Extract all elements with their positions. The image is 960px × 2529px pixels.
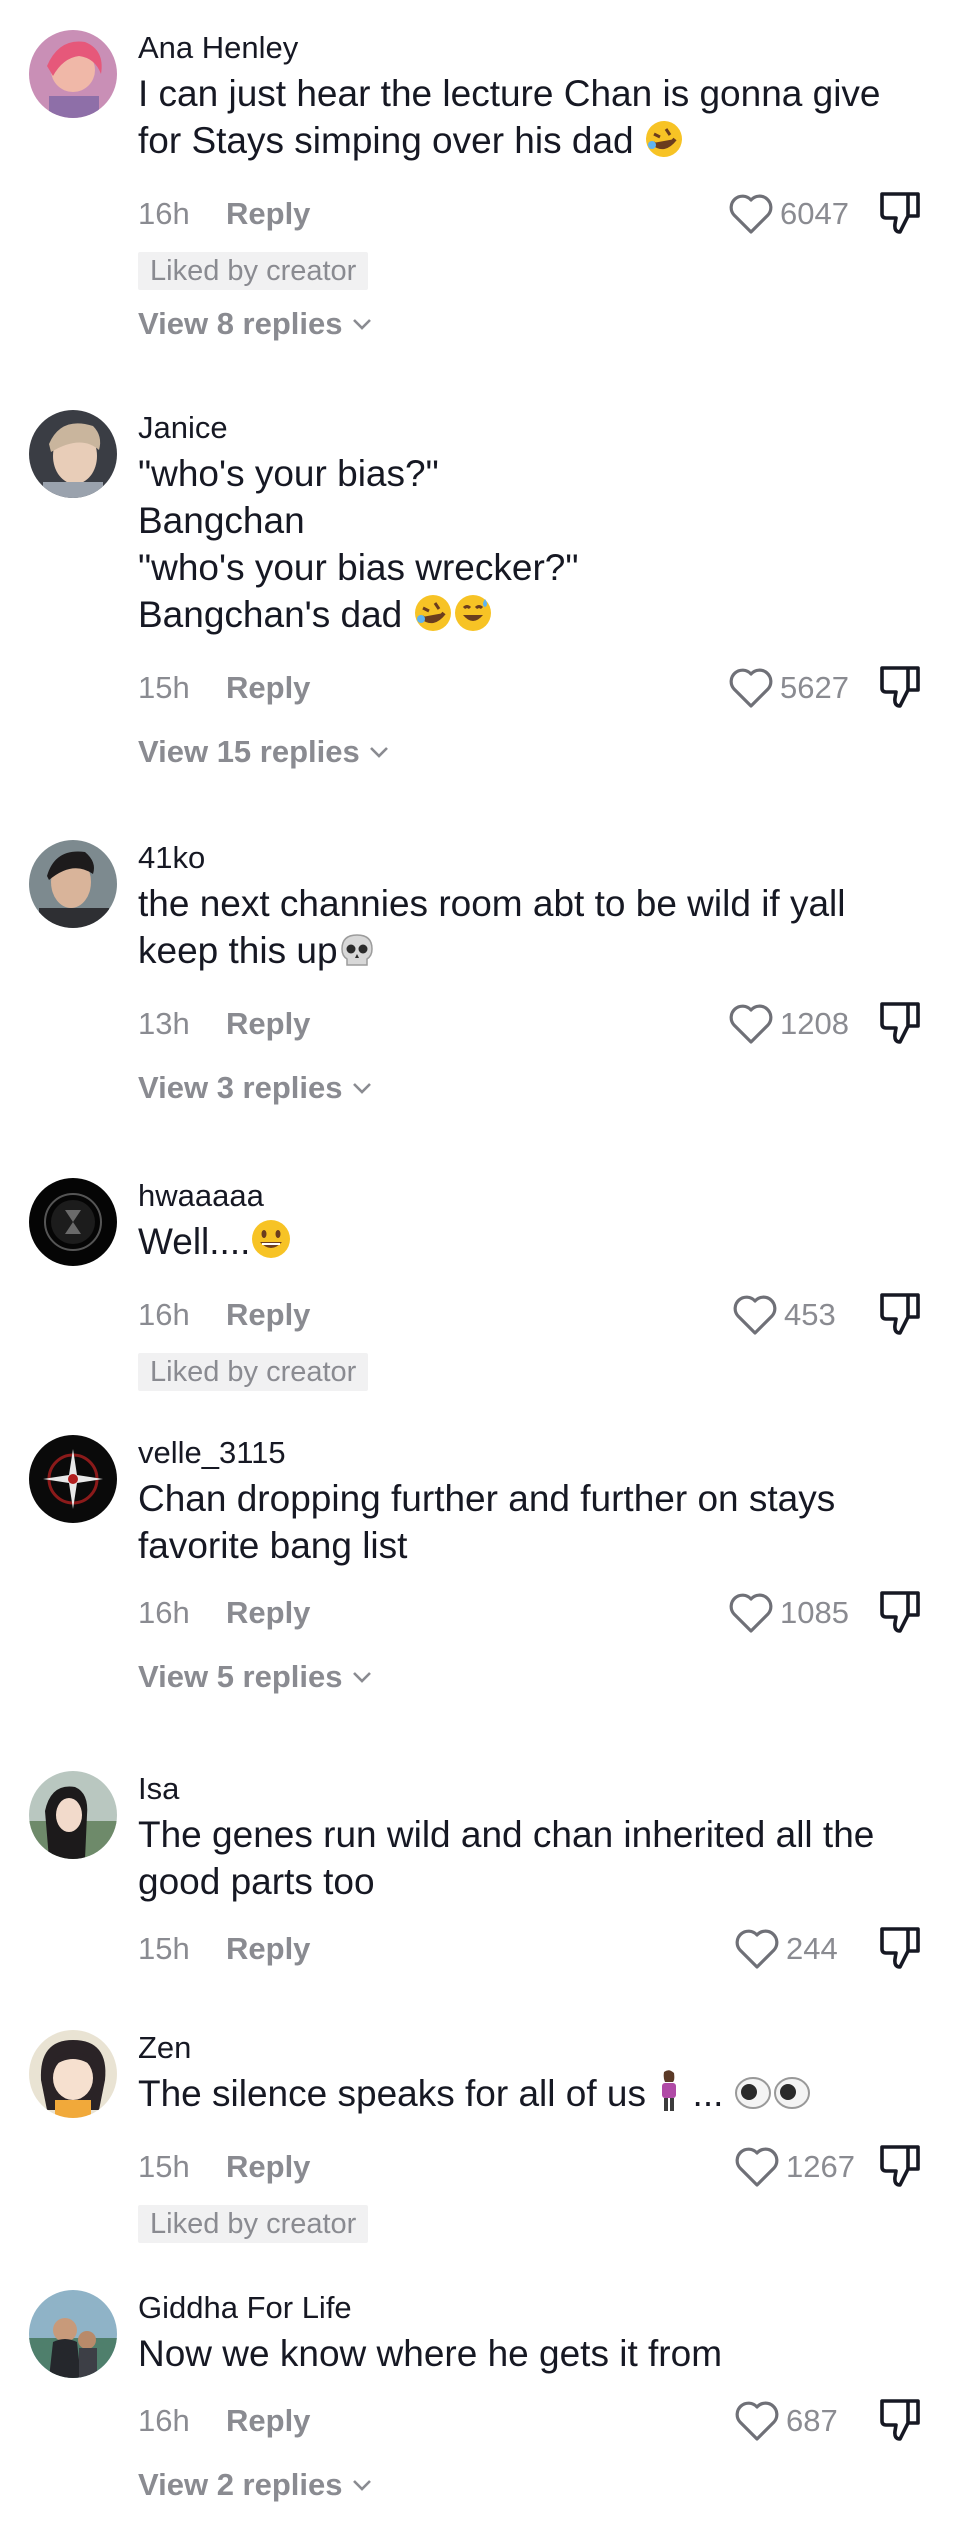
- comment-username[interactable]: 41ko: [138, 840, 938, 876]
- avatar[interactable]: [29, 1771, 117, 1859]
- comment-time: 13h: [138, 1006, 190, 1041]
- chevron-down-icon: [352, 319, 371, 330]
- chevron-down-icon: [352, 1672, 371, 1683]
- comment-text: "who's your bias?" Bangchan "who's your …: [138, 450, 928, 644]
- like-count: 1267: [786, 2149, 855, 2184]
- liked-by-creator-badge: Liked by creator: [138, 252, 369, 290]
- dislike-icon[interactable]: [878, 2395, 922, 2443]
- like-button[interactable]: 687: [734, 2395, 838, 2447]
- heart-icon: [729, 1004, 773, 1044]
- like-count: 6047: [780, 196, 849, 231]
- comment-text: The genes run wild and chan inherited al…: [138, 1814, 875, 1902]
- like-button[interactable]: 1208: [728, 998, 849, 1050]
- heart-icon: [735, 2401, 779, 2441]
- avatar[interactable]: [29, 410, 117, 498]
- heart-icon: [729, 194, 773, 234]
- dislike-icon[interactable]: [878, 1923, 922, 1971]
- comment-time: 15h: [138, 670, 190, 705]
- view-replies-button[interactable]: View 3 replies: [138, 1068, 938, 1108]
- heart-icon: [733, 1295, 777, 1335]
- heart-icon: [735, 2147, 779, 2187]
- dislike-icon[interactable]: [878, 998, 922, 1046]
- like-button[interactable]: 1085: [728, 1587, 849, 1639]
- comment-text: Now we know where he gets it from: [138, 2333, 723, 2374]
- rofl-emoji-icon: [413, 593, 453, 644]
- comment-time: 15h: [138, 2149, 190, 2184]
- like-count: 1085: [780, 1595, 849, 1630]
- sweat-smile-emoji-icon: [453, 593, 493, 644]
- skull-emoji-icon: [338, 931, 376, 980]
- like-count: 5627: [780, 670, 849, 705]
- comment-username[interactable]: Janice: [138, 410, 938, 446]
- avatar[interactable]: [29, 840, 117, 928]
- liked-by-creator-badge: Liked by creator: [138, 1353, 369, 1391]
- view-replies-button[interactable]: View 2 replies: [138, 2465, 938, 2505]
- dislike-icon[interactable]: [878, 662, 922, 710]
- chevron-down-icon: [369, 747, 388, 758]
- heart-icon: [729, 1593, 773, 1633]
- comment-time: 16h: [138, 1595, 190, 1630]
- dislike-icon[interactable]: [878, 2141, 922, 2189]
- reply-button[interactable]: Reply: [226, 1595, 310, 1631]
- reply-button[interactable]: Reply: [226, 1931, 310, 1967]
- avatar[interactable]: [29, 1435, 117, 1523]
- comment-username[interactable]: Ana Henley: [138, 30, 938, 66]
- reply-button[interactable]: Reply: [226, 670, 310, 706]
- person-standing-emoji-icon: [656, 2070, 682, 2123]
- comment-text: the next channies room abt to be wild if…: [138, 880, 928, 980]
- comment-username[interactable]: Zen: [138, 2030, 938, 2066]
- like-button[interactable]: 6047: [728, 188, 849, 240]
- avatar[interactable]: [29, 2030, 117, 2118]
- avatar[interactable]: [29, 30, 117, 118]
- view-replies-button[interactable]: View 5 replies: [138, 1657, 938, 1697]
- chevron-down-icon: [352, 1083, 371, 1094]
- reply-button[interactable]: Reply: [226, 1006, 310, 1042]
- reply-button[interactable]: Reply: [226, 196, 310, 232]
- like-button[interactable]: 453: [732, 1289, 836, 1341]
- reply-button[interactable]: Reply: [226, 2149, 310, 2185]
- comment-text: Well....: [138, 1218, 928, 1271]
- like-button[interactable]: 1267: [734, 2141, 855, 2193]
- reply-button[interactable]: Reply: [226, 2403, 310, 2439]
- comment-username[interactable]: hwaaaaa: [138, 1178, 938, 1214]
- dislike-icon[interactable]: [878, 1587, 922, 1635]
- dislike-icon[interactable]: [878, 1289, 922, 1337]
- like-button[interactable]: 244: [734, 1923, 838, 1975]
- reply-button[interactable]: Reply: [226, 1297, 310, 1333]
- liked-by-creator-badge: Liked by creator: [138, 2205, 369, 2243]
- comment-time: 15h: [138, 1931, 190, 1966]
- comment-text: I can just hear the lecture Chan is gonn…: [138, 70, 928, 170]
- eyes-emoji-icon: [734, 2074, 812, 2123]
- rofl-emoji-icon: [644, 119, 684, 170]
- comment-username[interactable]: Giddha For Life: [138, 2290, 938, 2326]
- comment-text: The silence speaks for all of us ...: [138, 2070, 928, 2123]
- comment-username[interactable]: velle_3115: [138, 1435, 938, 1471]
- comment-time: 16h: [138, 2403, 190, 2438]
- comment-username[interactable]: Isa: [138, 1771, 938, 1807]
- view-replies-button[interactable]: View 15 replies: [138, 732, 938, 772]
- view-replies-button[interactable]: View 8 replies: [138, 304, 938, 344]
- like-count: 244: [786, 1931, 838, 1966]
- like-count: 1208: [780, 1006, 849, 1041]
- like-count: 687: [786, 2403, 838, 2438]
- dislike-icon[interactable]: [878, 188, 922, 236]
- comment-time: 16h: [138, 1297, 190, 1332]
- heart-icon: [735, 1929, 779, 1969]
- like-count: 453: [784, 1297, 836, 1332]
- avatar[interactable]: [29, 2290, 117, 2378]
- heart-icon: [729, 668, 773, 708]
- avatar[interactable]: [29, 1178, 117, 1266]
- chevron-down-icon: [352, 2480, 371, 2491]
- comment-time: 16h: [138, 196, 190, 231]
- like-button[interactable]: 5627: [728, 662, 849, 714]
- comment-text: Chan dropping further and further on sta…: [138, 1478, 836, 1566]
- grinning-emoji-icon: [250, 1218, 292, 1271]
